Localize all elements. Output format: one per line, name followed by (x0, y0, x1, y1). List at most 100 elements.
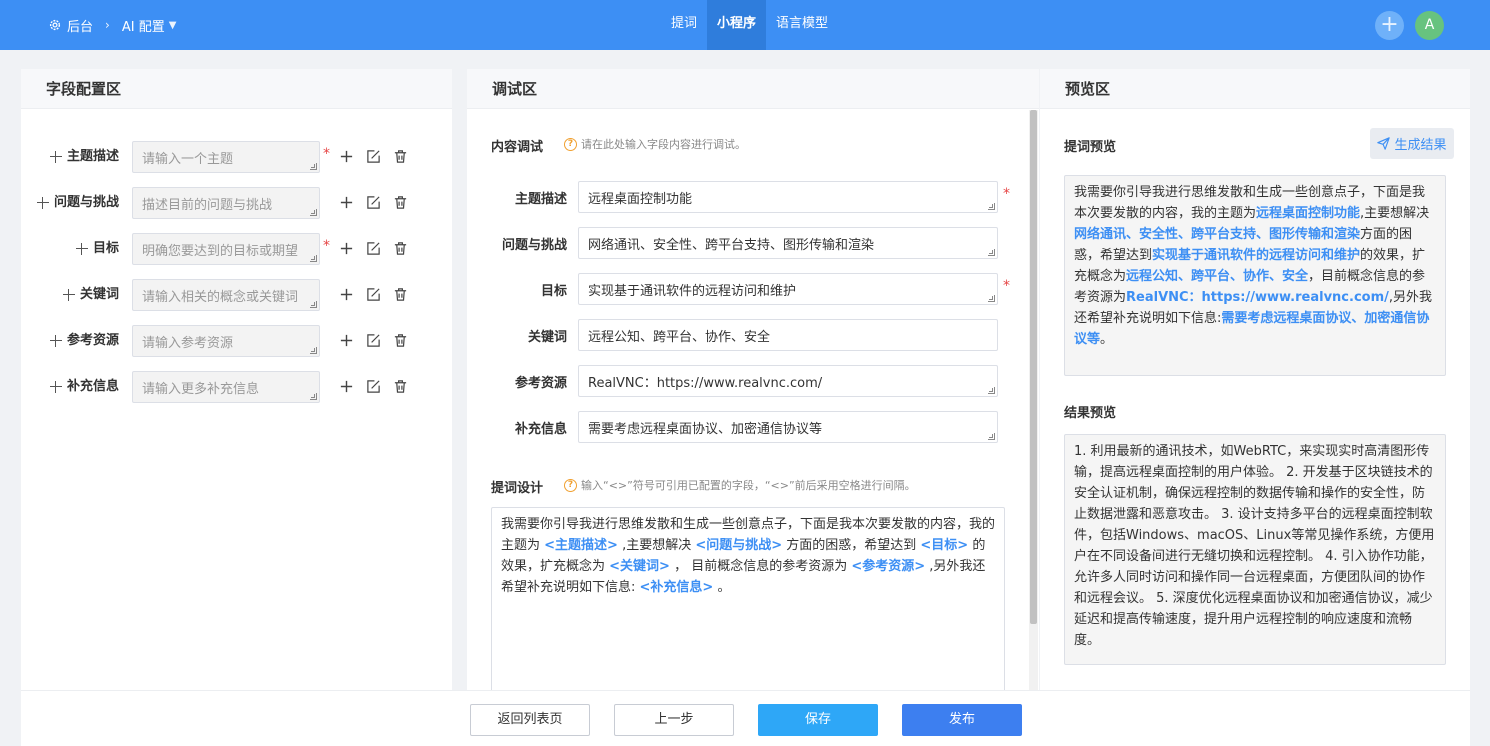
caret-down-icon[interactable]: ▼ (169, 20, 177, 31)
edit-icon[interactable] (366, 195, 381, 210)
debug-field-input[interactable]: 远程公知、跨平台、协作、安全 (578, 319, 998, 351)
breadcrumb-current[interactable]: AI 配置 (122, 16, 165, 35)
field-placeholder-input[interactable]: 请输入更多补充信息 (132, 371, 320, 403)
delete-icon[interactable] (393, 333, 408, 348)
breadcrumb-root[interactable]: 后台 (67, 16, 93, 35)
field-placeholder-input[interactable]: 请输入相关的概念或关键词 (132, 279, 320, 311)
resize-grip-icon[interactable] (988, 203, 995, 210)
preview-highlight: 网络通讯、安全性、跨平台支持、图形传输和渲染 (1074, 227, 1361, 242)
preview-highlight: 远程桌面控制功能 (1256, 206, 1361, 221)
field-placeholder-input[interactable]: 请输入参考资源 (132, 325, 320, 357)
publish-button[interactable]: 发布 (902, 704, 1022, 736)
scrollbar-thumb[interactable] (1030, 110, 1037, 624)
generate-result-button[interactable]: 生成结果 (1370, 128, 1454, 159)
tab-prompt[interactable]: 提词 (661, 0, 707, 50)
resize-grip-icon[interactable] (310, 393, 317, 400)
field-label: 参考资源 (49, 325, 119, 357)
delete-icon[interactable] (393, 287, 408, 302)
drag-handle-icon[interactable] (49, 151, 62, 163)
add-circle-button[interactable]: + (1375, 11, 1404, 40)
edit-icon[interactable] (366, 333, 381, 348)
tab-mini-program[interactable]: 小程序 (707, 0, 767, 50)
gear-icon (49, 19, 61, 31)
resize-grip-icon[interactable] (310, 255, 317, 262)
field-row: 补充信息 请输入更多补充信息 (21, 371, 452, 403)
question-icon: ? (564, 137, 577, 151)
field-row: 参考资源 请输入参考资源 (21, 325, 452, 357)
preview-highlight: 实现基于通讯软件的远程访问和维护 (1152, 248, 1361, 263)
field-reference-tag: <参考资源> (851, 559, 926, 574)
resize-grip-icon[interactable] (310, 347, 317, 354)
delete-icon[interactable] (393, 379, 408, 394)
tab-language-model[interactable]: 语言模型 (766, 0, 838, 50)
breadcrumb: 后台 › AI 配置 ▼ (48, 0, 176, 50)
resize-grip-icon[interactable] (310, 163, 317, 170)
field-row: 关键词 请输入相关的概念或关键词 (21, 279, 452, 311)
add-icon[interactable] (339, 333, 354, 348)
content-debug-hint: ? 请在此处输入字段内容进行调试。 (564, 136, 746, 152)
resize-grip-icon[interactable] (988, 433, 995, 440)
design-text: 。 (713, 580, 731, 595)
delete-icon[interactable] (393, 241, 408, 256)
field-reference-tag: <主题描述> (544, 538, 618, 553)
edit-icon[interactable] (366, 241, 381, 256)
top-tabs: 提词 小程序 语言模型 (661, 0, 838, 50)
delete-icon[interactable] (393, 149, 408, 164)
debug-field-input[interactable]: 网络通讯、安全性、跨平台支持、图形传输和渲染 (578, 227, 998, 259)
field-reference-tag: <关键词> (609, 559, 670, 574)
debug-field-label: 主题描述 (514, 192, 567, 207)
field-row: 主题描述 请输入一个主题 * (21, 141, 452, 173)
edit-icon[interactable] (366, 287, 381, 302)
preview-title: 预览区 (1040, 69, 1470, 109)
debug-scrollbar[interactable] (1029, 110, 1038, 690)
drag-handle-icon[interactable] (75, 243, 88, 255)
edit-icon[interactable] (366, 379, 381, 394)
resize-grip-icon[interactable] (310, 209, 317, 216)
prompt-preview-box: 我需要你引导我进行思维发散和生成一些创意点子，下面是我本次要发散的内容，我的主题… (1064, 175, 1446, 376)
field-placeholder-input[interactable]: 请输入一个主题 (132, 141, 320, 173)
resize-grip-icon[interactable] (988, 295, 995, 302)
debug-field-label: 补充信息 (514, 422, 567, 437)
prev-step-button[interactable]: 上一步 (614, 704, 734, 736)
field-label: 补充信息 (49, 371, 119, 403)
drag-handle-icon[interactable] (49, 381, 62, 393)
save-button[interactable]: 保存 (758, 704, 878, 736)
top-navbar: 后台 › AI 配置 ▼ 提词 小程序 语言模型 + A (0, 0, 1490, 50)
edit-icon[interactable] (366, 149, 381, 164)
delete-icon[interactable] (393, 195, 408, 210)
field-label: 问题与挑战 (36, 187, 119, 219)
drag-handle-icon[interactable] (49, 335, 62, 347)
debug-field-label: 关键词 (527, 330, 567, 345)
add-icon[interactable] (339, 149, 354, 164)
design-text: ， 目前概念信息的参考资源为 (669, 559, 852, 574)
avatar[interactable]: A (1415, 11, 1444, 40)
design-hint: ? 输入“<>”符号可引用已配置的字段，“<>”前后采用空格进行间隔。 (564, 477, 916, 493)
result-preview-title: 结果预览 (1064, 406, 1117, 421)
required-mark: * (1003, 186, 1010, 202)
content-debug-title: 内容调试 (491, 140, 544, 155)
drag-handle-icon[interactable] (62, 289, 75, 301)
resize-grip-icon[interactable] (988, 249, 995, 256)
debug-field-input[interactable]: 需要考虑远程桌面协议、加密通信协议等 (578, 411, 998, 443)
chevron-right-icon: › (105, 18, 110, 32)
add-icon[interactable] (339, 241, 354, 256)
drag-handle-icon[interactable] (36, 197, 49, 209)
field-label: 关键词 (62, 279, 119, 311)
debug-field-input[interactable]: 实现基于通讯软件的远程访问和维护 (578, 273, 998, 305)
prompt-design-editor[interactable]: 我需要你引导我进行思维发散和生成一些创意点子，下面是我本次要发散的内容，我的主题… (491, 507, 1005, 697)
field-config-title: 字段配置区 (21, 69, 452, 109)
back-to-list-button[interactable]: 返回列表页 (470, 704, 590, 736)
resize-grip-icon[interactable] (988, 387, 995, 394)
field-placeholder-input[interactable]: 明确您要达到的目标或期望 (132, 233, 320, 265)
required-mark: * (323, 238, 330, 254)
resize-grip-icon[interactable] (310, 301, 317, 308)
add-icon[interactable] (339, 379, 354, 394)
preview-panel: 预览区 提词预览 生成结果 我需要你引导我进行思维发散和生成一些创意点子，下面是… (1040, 69, 1470, 690)
add-icon[interactable] (339, 287, 354, 302)
field-placeholder-input[interactable]: 描述目前的问题与挑战 (132, 187, 320, 219)
debug-panel: 调试区 内容调试 ? 请在此处输入字段内容进行调试。 主题描述 远程桌面控制功能 *… (467, 69, 1039, 697)
prompt-preview-title: 提词预览 (1064, 140, 1117, 155)
debug-field-input[interactable]: 远程桌面控制功能 (578, 181, 998, 213)
debug-field-input[interactable]: RealVNC：https://www.realvnc.com/ (578, 365, 998, 397)
add-icon[interactable] (339, 195, 354, 210)
